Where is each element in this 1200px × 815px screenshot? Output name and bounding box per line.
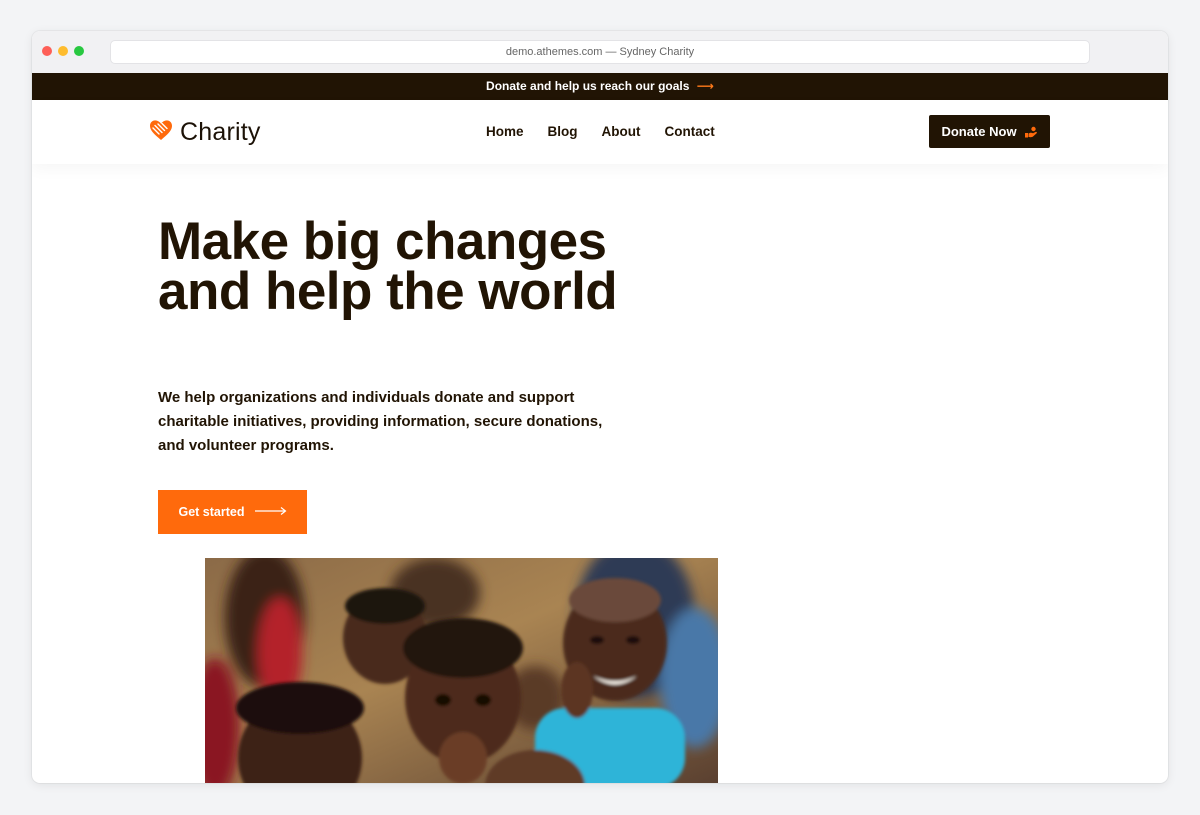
nav-item-contact[interactable]: Contact: [665, 122, 715, 142]
browser-chrome: demo.athemes.com — Sydney Charity: [32, 31, 1168, 74]
hero-description: We help organizations and individuals do…: [158, 389, 603, 454]
arrow-right-icon: ⟶: [696, 79, 714, 93]
address-bar[interactable]: demo.athemes.com — Sydney Charity: [110, 40, 1090, 64]
site-logo[interactable]: Charity: [148, 116, 261, 148]
site-header: Charity Home Blog About Contact Donate N…: [32, 100, 1168, 164]
donate-hand-icon: [1024, 126, 1038, 138]
nav-item-home[interactable]: Home: [486, 122, 524, 142]
nav-item-blog[interactable]: Blog: [548, 122, 578, 142]
get-started-button[interactable]: Get started: [158, 490, 307, 534]
arrow-right-icon: [254, 505, 287, 519]
logo-text: Charity: [180, 117, 261, 146]
close-window-button[interactable]: [42, 46, 52, 56]
hero-photo-children: [205, 558, 718, 783]
announcement-bar[interactable]: Donate and help us reach our goals ⟶: [32, 73, 1168, 100]
maximize-window-button[interactable]: [74, 46, 84, 56]
browser-window: demo.athemes.com — Sydney Charity Donate…: [32, 31, 1168, 783]
donate-button-label: Donate Now: [941, 124, 1017, 139]
get-started-label: Get started: [178, 505, 245, 519]
nav-item-about[interactable]: About: [602, 122, 641, 142]
hero-title: Make big changes and help the world: [158, 212, 618, 321]
heart-hand-icon: [148, 117, 174, 148]
minimize-window-button[interactable]: [58, 46, 68, 56]
main-nav: Home Blog About Contact: [486, 122, 739, 142]
donate-now-button[interactable]: Donate Now: [929, 115, 1050, 148]
announcement-text: Donate and help us reach our goals: [486, 79, 690, 93]
